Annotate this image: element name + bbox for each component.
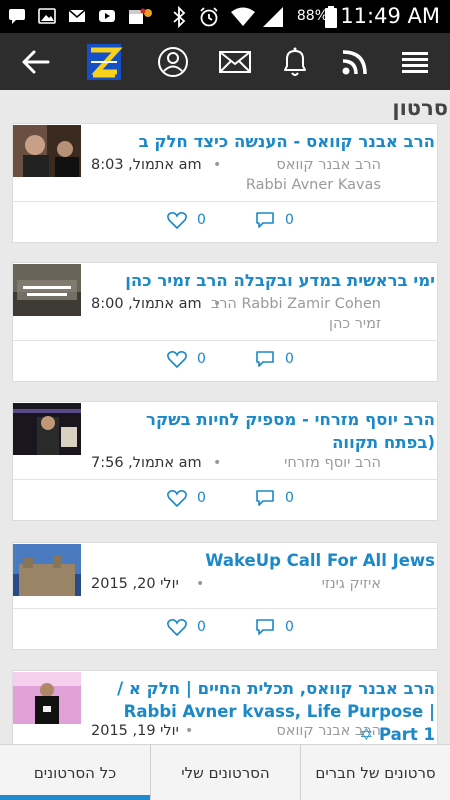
calendar-icon bbox=[129, 8, 152, 24]
video-thumbnail[interactable] bbox=[13, 672, 81, 724]
photo-icon bbox=[38, 8, 56, 24]
comment-button[interactable]: 0 bbox=[255, 211, 294, 229]
video-author-en[interactable]: Rabbi Avner Kavas bbox=[246, 177, 381, 193]
like-button[interactable]: 0 bbox=[167, 350, 206, 368]
like-count: 0 bbox=[197, 490, 206, 506]
video-card[interactable]: ימי בראשית במדע ובקבלה הרב זמיר כהן Rabb… bbox=[12, 262, 438, 382]
like-count: 0 bbox=[197, 351, 206, 367]
messages-button[interactable] bbox=[212, 33, 258, 90]
video-title[interactable]: WakeUp Call For All Jews bbox=[95, 549, 435, 572]
video-thumbnail[interactable] bbox=[13, 403, 81, 455]
youtube-icon bbox=[99, 10, 115, 22]
heart-icon bbox=[167, 619, 187, 636]
video-author[interactable]: איזיק גינזי bbox=[322, 576, 381, 592]
heart-icon bbox=[167, 490, 187, 507]
mail-icon bbox=[219, 50, 251, 73]
battery-icon bbox=[325, 6, 337, 28]
meta-separator: • bbox=[213, 455, 222, 471]
clock: 11:49 AM bbox=[340, 4, 440, 28]
back-button[interactable] bbox=[10, 33, 60, 90]
meta-separator: • bbox=[185, 723, 194, 739]
alarm-icon bbox=[200, 7, 218, 27]
heart-icon bbox=[167, 212, 187, 229]
comment-count: 0 bbox=[285, 212, 294, 228]
comment-count: 0 bbox=[285, 619, 294, 635]
like-button[interactable]: 0 bbox=[167, 618, 206, 636]
video-date: אתמול, 7:56 am bbox=[91, 455, 202, 471]
comment-button[interactable]: 0 bbox=[255, 618, 294, 636]
app-header bbox=[0, 33, 450, 90]
video-actions: 0 0 bbox=[13, 201, 437, 243]
video-author[interactable]: הרב אבנר קוואס bbox=[276, 723, 381, 739]
rss-button[interactable] bbox=[332, 33, 378, 90]
menu-button[interactable] bbox=[392, 33, 438, 90]
like-count: 0 bbox=[197, 619, 206, 635]
menu-icon bbox=[402, 51, 428, 73]
video-actions: 0 0 bbox=[13, 608, 437, 650]
comment-button[interactable]: 0 bbox=[255, 489, 294, 507]
video-date: יולי 20, 2015 bbox=[91, 576, 179, 592]
bottom-tab-bar: כל הסרטונים הסרטונים שלי סרטונים של חברי… bbox=[0, 744, 450, 800]
wifi-icon bbox=[231, 7, 255, 26]
like-button[interactable]: 0 bbox=[167, 489, 206, 507]
video-date: יולי 19, 2015 bbox=[91, 723, 179, 739]
comment-icon bbox=[256, 351, 274, 367]
gmail-icon bbox=[68, 9, 86, 22]
video-actions: 0 0 bbox=[13, 479, 437, 521]
video-title[interactable]: הרב אבנר קוואס - הענשה כיצד חלק ב bbox=[95, 130, 435, 153]
profile-icon bbox=[158, 46, 188, 77]
tab-my-videos[interactable]: הסרטונים שלי bbox=[150, 745, 300, 800]
comment-count: 0 bbox=[285, 351, 294, 367]
video-card[interactable]: WakeUp Call For All Jews איזיק גינזי • י… bbox=[12, 542, 438, 650]
comment-icon bbox=[256, 490, 274, 506]
bluetooth-icon bbox=[173, 6, 186, 28]
video-author[interactable]: הרב יוסף מזרחי bbox=[284, 455, 381, 471]
message-icon bbox=[9, 9, 25, 24]
logo-icon bbox=[87, 43, 123, 80]
video-thumbnail[interactable] bbox=[13, 125, 81, 177]
meta-separator: • bbox=[213, 296, 222, 312]
comment-button[interactable]: 0 bbox=[255, 350, 294, 368]
video-thumbnail[interactable] bbox=[13, 544, 81, 596]
profile-button[interactable] bbox=[150, 33, 196, 90]
video-title[interactable]: ימי בראשית במדע ובקבלה הרב זמיר כהן bbox=[95, 269, 435, 292]
tab-all-videos[interactable]: כל הסרטונים bbox=[0, 745, 150, 800]
meta-separator: • bbox=[196, 576, 205, 592]
battery-percent: 88% bbox=[296, 8, 328, 24]
video-title[interactable]: הרב יוסף מזרחי - מספיק לחיות בשקר (בפתח … bbox=[90, 408, 435, 454]
heart-icon bbox=[167, 351, 187, 368]
like-button[interactable]: 0 bbox=[167, 211, 206, 229]
like-count: 0 bbox=[197, 212, 206, 228]
bell-icon bbox=[284, 47, 306, 76]
video-date: אתמול, 8:03 am bbox=[91, 157, 202, 173]
video-card[interactable]: הרב יוסף מזרחי - מספיק לחיות בשקר (בפתח … bbox=[12, 401, 438, 521]
tab-friends-videos[interactable]: סרטונים של חברים bbox=[300, 745, 450, 800]
video-actions: 0 0 bbox=[13, 340, 437, 382]
signal-icon bbox=[263, 7, 283, 27]
status-bar: 88% 11:49 AM bbox=[0, 0, 450, 33]
video-card[interactable]: הרב אבנר קוואס - הענשה כיצד חלק ב הרב אב… bbox=[12, 123, 438, 243]
notifications-button[interactable] bbox=[272, 33, 318, 90]
rss-icon bbox=[342, 49, 367, 74]
back-arrow-icon bbox=[22, 50, 50, 73]
video-author-en[interactable]: זמיר כהן bbox=[329, 316, 381, 332]
video-date: אתמול, 8:00 am bbox=[91, 296, 202, 312]
comment-icon bbox=[256, 212, 274, 228]
app-logo[interactable] bbox=[82, 33, 126, 90]
meta-separator: • bbox=[213, 157, 222, 173]
video-thumbnail[interactable] bbox=[13, 264, 81, 316]
comment-count: 0 bbox=[285, 490, 294, 506]
video-author[interactable]: Rabbi Zamir Cohen הרב bbox=[211, 296, 381, 312]
comment-icon bbox=[256, 619, 274, 635]
page-title: סרטון bbox=[392, 96, 448, 120]
video-author[interactable]: הרב אבנר קוואס bbox=[276, 157, 381, 173]
